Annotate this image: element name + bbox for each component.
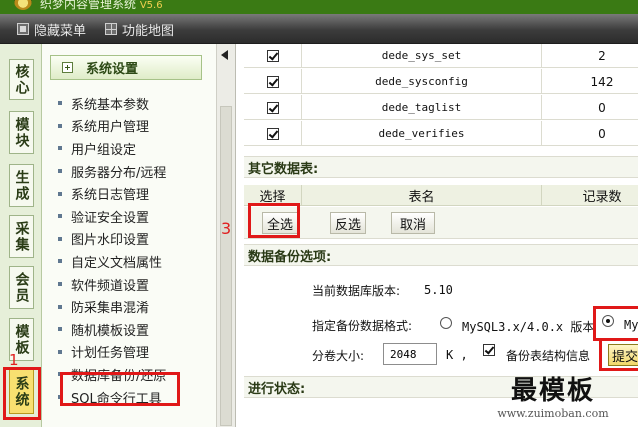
backup-options-heading: 数据备份选项: [244,244,638,266]
annotation-marker-3: 3 [221,219,232,238]
bullet-icon [58,236,62,241]
sidebar-item-software-channel[interactable]: 软件频道设置 [58,273,166,296]
db-version-label: 当前数据库版本: [312,284,401,298]
table-row: dede_sys_set 2 [244,44,638,68]
table-name-cell: dede_verifies [302,121,542,146]
table-checkbox[interactable] [266,49,279,62]
bullet-icon [58,123,62,128]
sidebar: 系统设置 系统基本参数 系统用户管理 用户组设定 服务器分布/远程 系统日志管理… [42,44,216,427]
app-title: 织梦内容管理系统 V5.6 [40,0,163,12]
col-name-header: 表名 [302,185,542,206]
sidebar-item-user-management[interactable]: 系统用户管理 [58,115,166,138]
bullet-icon [58,191,62,196]
tab-generate[interactable]: 生成 [9,164,34,207]
annotation-highlight-format [593,306,638,341]
format-option-mysql3-label: MySQL3.x/4.0.x 版本 [462,320,595,334]
sidebar-item-system-log[interactable]: 系统日志管理 [58,182,166,205]
backup-format-label: 指定备份数据格式: [312,319,413,333]
table-count-cell: 0 [598,100,606,115]
annotation-highlight-system-tab [3,367,41,420]
invert-selection-button[interactable]: 反选 [330,212,366,234]
volume-size-label: 分卷大小: [312,349,365,363]
table-row: dede_verifies 0 [244,121,638,146]
sidebar-item-basic-params[interactable]: 系统基本参数 [58,92,166,115]
other-tables-header: 选择 表名 记录数 [244,185,638,206]
tab-member[interactable]: 会员 [9,266,34,309]
function-map-label: 功能地图 [122,23,175,39]
table-name-cell: dede_taglist [302,95,542,120]
app-name: 织梦内容管理系统 [40,0,137,11]
col-count-header: 记录数 [582,190,622,205]
cancel-selection-button[interactable]: 取消 [391,212,435,234]
sidebar-item-security[interactable]: 验证安全设置 [58,205,166,228]
watermark: 最模板 www.zuimoban.com [468,370,638,427]
sidebar-item-random-template[interactable]: 随机模板设置 [58,318,166,341]
bullet-icon [58,101,62,106]
tab-collect[interactable]: 采集 [9,215,34,258]
bullet-icon [58,349,62,354]
sidebar-item-scheduled-tasks[interactable]: 计划任务管理 [58,341,166,364]
sidebar-section-title: 系统设置 [86,62,139,77]
volume-size-input[interactable] [383,343,437,365]
hide-menu-button[interactable]: 隐藏菜单 [17,20,87,39]
table-row: dede_sysconfig 142 [244,69,638,94]
bullet-icon [58,146,62,151]
table-name-cell: dede_sysconfig [302,69,542,94]
main-content: dede_sys_set 2 dede_sysconfig 142 dede_t… [236,44,638,427]
bullet-icon [58,259,62,264]
backup-structure-label: 备份表结构信息 [506,349,591,363]
db-version-value: 5.10 [424,283,453,297]
table-count-cell: 2 [598,48,606,63]
sidebar-item-server-distribution[interactable]: 服务器分布/远程 [58,160,166,183]
watermark-text: 最模板 [510,376,595,406]
sidebar-item-custom-attributes[interactable]: 自定义文档属性 [58,250,166,273]
menu-bar: 隐藏菜单 功能地图 [0,14,638,44]
tab-modules[interactable]: 模块 [9,111,34,154]
volume-unit-label: K , [446,348,468,362]
bullet-icon [58,214,62,219]
selection-buttons-row: 全选 反选 取消 [244,207,638,239]
table-checkbox[interactable] [266,127,279,140]
hide-menu-label: 隐藏菜单 [34,23,87,39]
other-tables-heading: 其它数据表: [244,156,638,178]
table-checkbox[interactable] [266,101,279,114]
title-bar: 织梦内容管理系统 V5.6 [0,0,638,14]
watermark-url: www.zuimoban.com [497,407,609,420]
sidebar-item-watermark[interactable]: 图片水印设置 [58,228,166,251]
table-checkbox[interactable] [266,75,279,88]
sidebar-item-anti-collect[interactable]: 防采集串混淆 [58,295,166,318]
table-count-cell: 0 [598,126,606,141]
annotation-highlight-db-backup [60,372,180,406]
sidebar-item-user-groups[interactable]: 用户组设定 [58,137,166,160]
expand-plus-icon [62,62,73,73]
sidebar-section-header[interactable]: 系统设置 [50,55,202,80]
function-map-button[interactable]: 功能地图 [105,20,175,39]
app-version: V5.6 [139,0,163,11]
annotation-highlight-submit [599,338,638,371]
function-map-icon [105,23,117,35]
table-name-cell: dede_sys_set [302,44,542,68]
collapse-left-arrow-icon[interactable] [221,50,228,60]
bullet-icon [58,169,62,174]
bullet-icon [58,304,62,309]
dedecms-logo-icon [14,0,32,10]
bullet-icon [58,282,62,287]
backup-structure-checkbox[interactable] [483,344,495,356]
tab-core[interactable]: 核心 [9,59,34,100]
annotation-highlight-select-all [248,203,300,238]
table-row: dede_taglist 0 [244,95,638,120]
table-count-cell: 142 [590,74,614,89]
format-radio-mysql3[interactable] [440,317,452,329]
sidebar-menu-list: 系统基本参数 系统用户管理 用户组设定 服务器分布/远程 系统日志管理 验证安全… [58,92,166,408]
hide-menu-icon [17,23,29,35]
splitter-scroll-track [220,106,232,426]
bullet-icon [58,327,62,332]
